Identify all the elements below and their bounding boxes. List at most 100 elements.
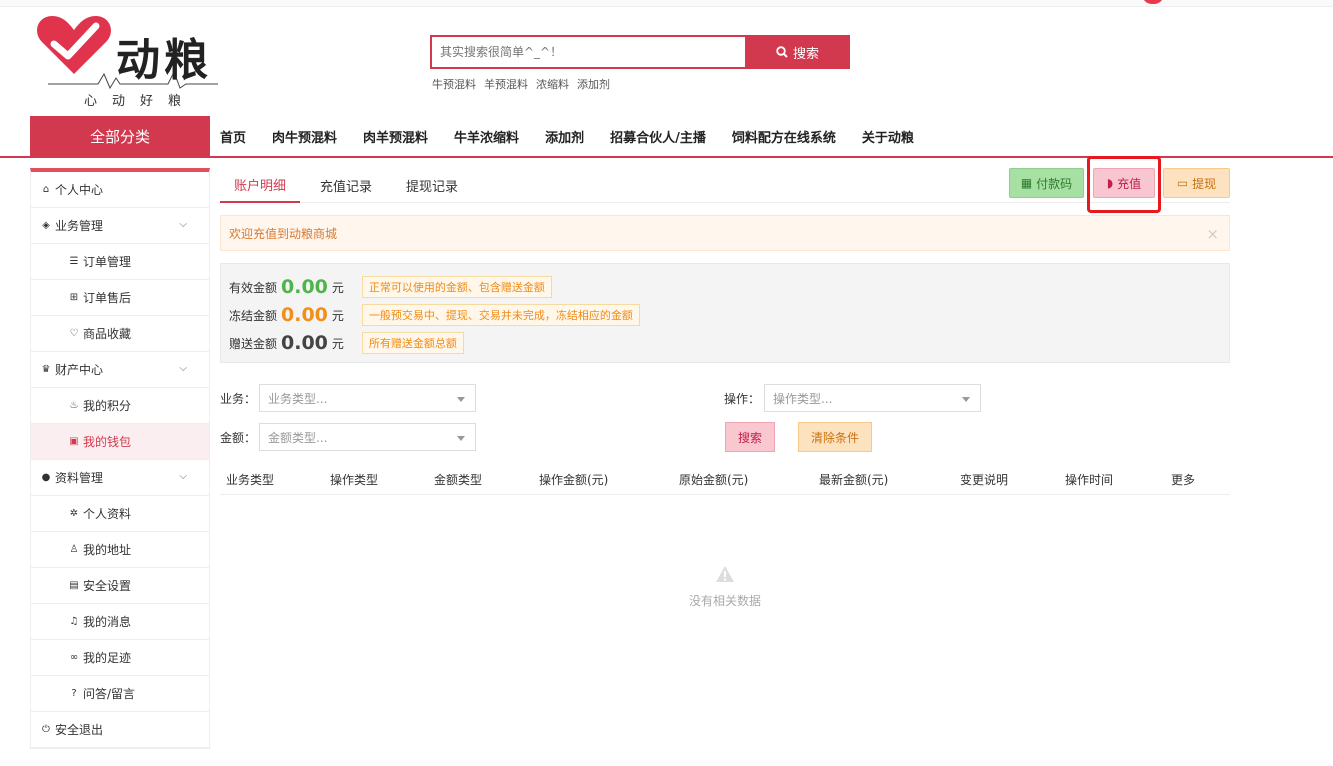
column-header: 操作时间 (1065, 473, 1114, 487)
sidebar-item-user-center[interactable]: ⌂ 个人中心 (31, 172, 209, 208)
search-icon (776, 46, 788, 58)
footprint-icon: ∞ (69, 652, 79, 663)
business-filter-label: 业务： (220, 392, 257, 406)
business-select-placeholder: 业务类型... (268, 391, 328, 406)
balance-unit: 元 (331, 336, 344, 351)
main-nav: 首页 肉牛预混料 肉羊预混料 牛羊浓缩料 添加剂 招募合伙人/主播 饲料配方在线… (220, 116, 914, 156)
operation-filter-label: 操作： (724, 392, 761, 406)
list-icon: ☰ (69, 256, 79, 267)
balance-tip: 正常可以使用的金额、包含赠送金额 (361, 276, 552, 298)
hot-keyword[interactable]: 浓缩料 (536, 76, 569, 92)
bell-icon: ♫ (69, 616, 79, 627)
sidebar-item-label: 问答/留言 (83, 687, 136, 701)
sidebar-item-logout[interactable]: ⏻ 安全退出 (31, 712, 209, 748)
close-icon[interactable]: × (1206, 225, 1219, 243)
amount-type-select[interactable]: 金额类型... (259, 423, 476, 451)
sidebar-item-address[interactable]: ♙ 我的地址 (31, 532, 209, 568)
pay-code-button[interactable]: ▦ 付款码 (1009, 168, 1084, 198)
sidebar-item-security[interactable]: ▤ 安全设置 (31, 568, 209, 604)
hot-keyword[interactable]: 羊预混料 (484, 76, 528, 92)
site-logo[interactable]: 动粮 心动好粮 (34, 14, 224, 110)
sidebar-item-after-sales[interactable]: ⊞ 订单售后 (31, 280, 209, 316)
puzzle-icon: ⊞ (69, 292, 79, 303)
withdraw-button[interactable]: ▭ 提现 (1163, 168, 1230, 198)
nav-item-mutton-premix[interactable]: 肉羊预混料 (363, 127, 428, 146)
empty-state: 没有相关数据 (640, 565, 810, 609)
sidebar-item-qa[interactable]: ? 问答/留言 (31, 676, 209, 712)
chevron-down-icon: ⌵ (179, 471, 187, 482)
nav-item-concentrate[interactable]: 牛羊浓缩料 (454, 127, 519, 146)
business-type-select[interactable]: 业务类型... (259, 384, 476, 412)
logo-slogan: 心动好粮 (84, 94, 197, 109)
wallet-icon: ▣ (69, 436, 79, 447)
all-categories-button[interactable]: 全部分类 (30, 116, 210, 156)
column-header: 变更说明 (960, 473, 1009, 487)
balance-row-frozen: 冻结金额 0.00 元 一般预交易中、提现、交易并未完成，冻结相应的金额 (229, 304, 640, 326)
sidebar-item-label: 订单售后 (83, 291, 132, 305)
search-button[interactable]: 搜索 (745, 35, 850, 69)
notice-text: 欢迎充值到动粮商城 (229, 226, 338, 241)
nav-item-additive[interactable]: 添加剂 (545, 127, 584, 146)
sidebar-item-points[interactable]: ♨ 我的积分 (31, 388, 209, 424)
table-header: 业务类型 操作类型 金额类型 操作金额(元) 原始金额(元) 最新金额(元) 变… (220, 463, 1230, 495)
sidebar-item-footprints[interactable]: ∞ 我的足迹 (31, 640, 209, 676)
operation-select-placeholder: 操作类型... (773, 391, 833, 406)
sidebar: ⌂ 个人中心 ◈ 业务管理 ⌵ ☰ 订单管理 ⊞ 订单售后 ♡ 商品收藏 ♛ 财产中心 ⌵ ♨ 我… (30, 168, 210, 749)
nav-item-about[interactable]: 关于动粮 (862, 127, 914, 146)
sidebar-item-label: 安全退出 (55, 723, 104, 737)
filter-search-button[interactable]: 搜索 (725, 422, 775, 452)
nav-item-home[interactable]: 首页 (220, 127, 246, 146)
operation-type-select[interactable]: 操作类型... (764, 384, 981, 412)
recharge-highlight-box (1087, 156, 1161, 213)
sidebar-item-personal-info[interactable]: ✲ 个人资料 (31, 496, 209, 532)
lock-icon: ▤ (69, 580, 79, 591)
home-icon: ⌂ (42, 184, 50, 195)
hot-keyword[interactable]: 牛预混料 (432, 76, 476, 92)
balance-tip: 一般预交易中、提现、交易并未完成，冻结相应的金额 (361, 304, 640, 326)
sidebar-item-profile-management[interactable]: ● 资料管理 ⌵ (31, 460, 209, 496)
sidebar-item-label: 我的足迹 (83, 651, 132, 665)
balance-panel: 有效金额 0.00 元 正常可以使用的金额、包含赠送金额 冻结金额 0.00 元… (220, 263, 1230, 363)
balance-label: 赠送金额 (229, 336, 278, 351)
sidebar-item-orders[interactable]: ☰ 订单管理 (31, 244, 209, 280)
search-box (430, 35, 746, 69)
trophy-icon: ♛ (41, 364, 51, 375)
warning-icon (716, 566, 734, 582)
qrcode-icon: ▦ (1020, 176, 1033, 190)
balance-unit: 元 (331, 280, 344, 295)
sidebar-item-label: 业务管理 (55, 219, 104, 233)
sidebar-item-label: 我的钱包 (83, 435, 132, 449)
amount-select-placeholder: 金额类型... (268, 430, 328, 445)
caret-down-icon (457, 436, 465, 441)
balance-unit: 元 (331, 308, 344, 323)
amount-filter-label: 金额： (220, 431, 257, 445)
sidebar-item-business[interactable]: ◈ 业务管理 ⌵ (31, 208, 209, 244)
balance-value: 0.00 (281, 304, 328, 326)
sidebar-item-favorites[interactable]: ♡ 商品收藏 (31, 316, 209, 352)
sidebar-item-wallet[interactable]: ▣ 我的钱包 (31, 424, 209, 460)
hot-keywords: 牛预混料 羊预混料 浓缩料 添加剂 (432, 76, 610, 92)
logo-text: 动粮 (116, 35, 212, 86)
tab-recharge-records[interactable]: 充值记录 (306, 168, 386, 203)
pay-code-label: 付款码 (1036, 176, 1073, 191)
sidebar-item-assets[interactable]: ♛ 财产中心 ⌵ (31, 352, 209, 388)
cube-icon: ◈ (42, 220, 50, 231)
sidebar-item-label: 安全设置 (83, 579, 132, 593)
caret-down-icon (457, 397, 465, 402)
search-input[interactable] (432, 37, 746, 67)
tab-withdraw-records[interactable]: 提现记录 (392, 168, 472, 203)
column-header: 操作金额(元) (539, 473, 609, 487)
sidebar-item-label: 我的消息 (83, 615, 132, 629)
clear-filters-button[interactable]: 清除条件 (798, 422, 872, 452)
tab-account-details[interactable]: 账户明细 (220, 168, 301, 203)
nav-item-recruit[interactable]: 招募合伙人/主播 (610, 127, 706, 146)
sidebar-item-messages[interactable]: ♫ 我的消息 (31, 604, 209, 640)
column-header: 操作类型 (330, 473, 379, 487)
nav-item-formula-system[interactable]: 饲料配方在线系统 (732, 127, 836, 146)
nav-item-beef-premix[interactable]: 肉牛预混料 (272, 127, 337, 146)
hot-keyword[interactable]: 添加剂 (577, 76, 610, 92)
chevron-down-icon: ⌵ (179, 363, 187, 374)
top-bar-badge (1142, 0, 1164, 4)
caret-down-icon (962, 397, 970, 402)
power-icon: ⏻ (42, 724, 50, 735)
